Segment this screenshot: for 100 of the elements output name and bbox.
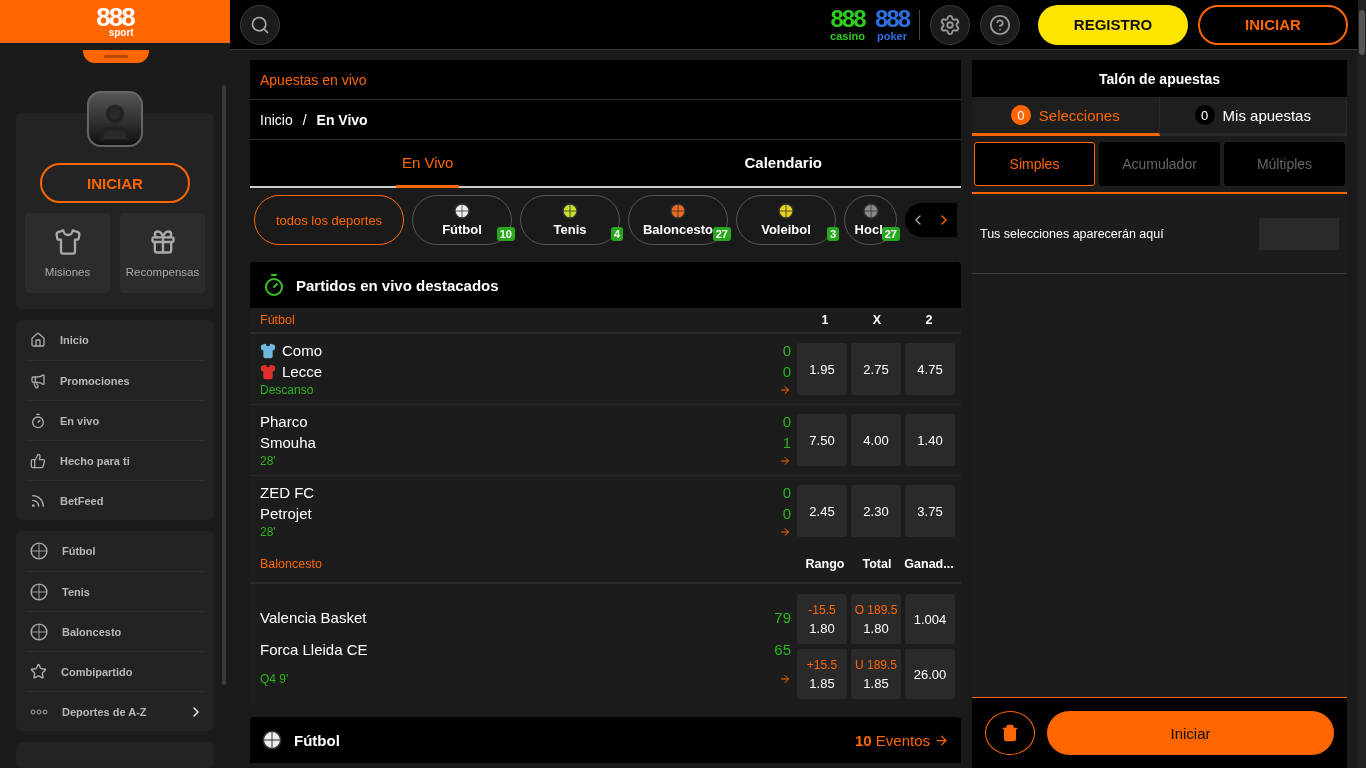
stopwatch-icon <box>30 412 46 429</box>
bet-type-tab[interactable]: Acumulador <box>1099 142 1220 186</box>
team-name: Petrojet <box>260 505 312 522</box>
sport-chip[interactable]: Voleibol 3 <box>736 195 836 245</box>
arrow-icon <box>934 732 949 748</box>
odds-button[interactable]: 3.75 <box>905 485 955 537</box>
betslip-tab[interactable]: 0 Selecciones <box>972 97 1160 136</box>
odds-button[interactable]: 1.004 <box>905 594 955 644</box>
nav-item[interactable]: Inicio <box>26 320 204 361</box>
team-name: Forca Lleida CE <box>260 640 368 658</box>
team-name: Lecce <box>282 363 323 380</box>
tennis-ball-icon <box>562 203 578 219</box>
brand-logo[interactable]: 888 poker <box>874 7 909 42</box>
home-icon <box>30 332 46 349</box>
pull-tab[interactable] <box>83 50 149 63</box>
sport-chip[interactable]: Fútbol 10 <box>412 195 512 245</box>
help-icon <box>989 13 1011 36</box>
puck-icon <box>862 203 879 219</box>
arrow-icon[interactable] <box>779 672 791 685</box>
reward-tile[interactable]: Recompensas <box>120 213 205 294</box>
nav-item[interactable]: Deportes de A-Z <box>26 691 204 732</box>
rss-icon <box>30 492 46 509</box>
tab[interactable]: En Vivo <box>396 140 460 188</box>
betslip-title: Talón de apuestas <box>972 60 1347 97</box>
odds-button[interactable]: 2.75 <box>851 343 901 395</box>
brand-logo[interactable]: 888 casino <box>830 7 865 42</box>
column-heading: Rango <box>804 557 846 571</box>
search-button[interactable] <box>240 4 280 45</box>
odds-button[interactable]: 2.30 <box>851 485 901 537</box>
volleyball-icon <box>778 203 794 219</box>
nav-item[interactable]: Combipartido <box>26 651 204 692</box>
odds-button[interactable]: O 189.5 1.80 <box>851 594 901 644</box>
odds-button[interactable]: 7.50 <box>797 414 847 466</box>
help-button[interactable] <box>980 4 1020 45</box>
sport-heading: Baloncesto <box>260 557 323 571</box>
scrollbar[interactable] <box>1358 0 1366 768</box>
tab[interactable]: Calendario <box>738 140 828 188</box>
nav-item[interactable]: Baloncesto <box>26 611 204 652</box>
nav-item[interactable]: Tenis <box>26 571 204 612</box>
count-badge: 10 <box>496 227 515 241</box>
soccer-ball-icon <box>262 730 282 750</box>
column-heading: Ganad... <box>903 557 955 571</box>
bet-type-tab[interactable]: Simples <box>974 142 1095 186</box>
ball-icon <box>30 542 48 561</box>
empty-message: Tus selecciones aparecerán aquí <box>980 226 1164 241</box>
nav-item[interactable]: Hecho para ti <box>26 440 204 481</box>
nav-item[interactable]: Fútbol <box>26 531 204 572</box>
card-title: Partidos en vivo destacados <box>296 276 499 294</box>
odds-button[interactable]: 4.00 <box>851 414 901 466</box>
login-button[interactable]: Iniciar <box>1047 711 1334 755</box>
breadcrumb-link[interactable]: Inicio <box>260 111 293 128</box>
score: 0 <box>782 342 791 359</box>
score: 0 <box>782 484 791 501</box>
odds-button[interactable]: 1.40 <box>905 414 955 466</box>
login-button[interactable]: INICIAR <box>1198 4 1348 45</box>
team-name: Smouha <box>260 434 316 451</box>
match-status: Q4 9' <box>260 671 290 686</box>
arrow-icon[interactable] <box>779 455 791 467</box>
arrow-icon[interactable] <box>779 526 791 538</box>
match-status: 28' <box>260 454 277 468</box>
register-button[interactable]: REGISTRO <box>1038 4 1188 45</box>
odds-button[interactable]: U 189.5 1.85 <box>851 649 901 699</box>
sport-chip[interactable]: todos los deportes <box>254 195 404 245</box>
reward-tile[interactable]: Misiones <box>25 213 110 294</box>
arrow-icon[interactable] <box>779 384 791 396</box>
breadcrumb-link[interactable]: En Vivo <box>316 111 368 128</box>
odds-button[interactable]: 26.00 <box>905 649 955 699</box>
events-link[interactable]: 10 Eventos <box>854 731 949 749</box>
stopwatch-icon <box>262 273 286 297</box>
sport-chip[interactable]: Baloncesto 27 <box>628 195 728 245</box>
sport-chip[interactable]: Tenis 4 <box>520 195 620 245</box>
scroll-arrows[interactable] <box>905 203 957 237</box>
trash-icon <box>1001 724 1019 742</box>
team-name: Como <box>282 342 322 359</box>
odds-button[interactable]: 1.95 <box>797 343 847 395</box>
search-icon <box>250 14 270 35</box>
soccer-ball-icon <box>454 203 470 219</box>
settings-icon <box>939 13 961 36</box>
login-button[interactable]: INICIAR <box>40 163 190 204</box>
shirt-icon <box>53 228 82 257</box>
column-heading: 2 <box>924 313 934 327</box>
nav-item[interactable]: BetFeed <box>26 480 204 521</box>
odds-button[interactable]: 4.75 <box>905 343 955 395</box>
bet-type-tab[interactable]: Múltiples <box>1224 142 1345 186</box>
ball-icon <box>30 582 48 601</box>
score: 0 <box>782 363 791 380</box>
odds-button[interactable]: -15.5 1.80 <box>797 594 847 644</box>
score: 0 <box>782 505 791 522</box>
odds-button[interactable]: 2.45 <box>797 485 847 537</box>
breadcrumb-separator: / <box>302 111 307 128</box>
column-heading: 1 <box>820 313 830 327</box>
nav-item[interactable]: Promociones <box>26 360 204 401</box>
score: 65 <box>774 640 791 658</box>
nav-item[interactable]: En vivo <box>26 400 204 441</box>
page-title: Apuestas en vivo <box>260 71 367 88</box>
match-status: Descanso <box>260 383 315 397</box>
odds-button[interactable]: +15.5 1.85 <box>797 649 847 699</box>
betslip-tab[interactable]: 0 Mis apuestas <box>1159 97 1347 136</box>
megaphone-icon <box>30 372 46 389</box>
settings-button[interactable] <box>930 4 970 45</box>
